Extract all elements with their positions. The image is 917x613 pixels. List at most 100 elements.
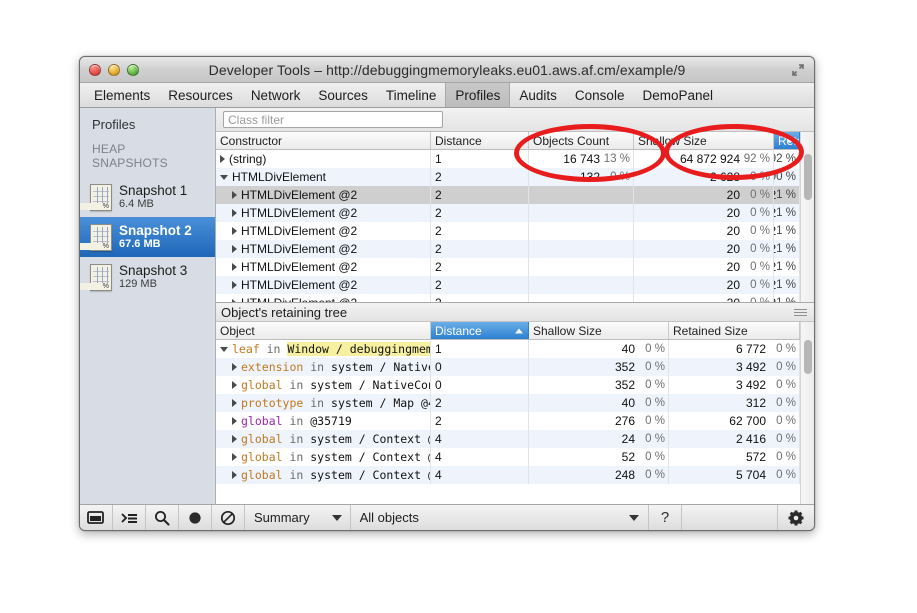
expander-right-icon[interactable]: [232, 263, 237, 271]
search-icon[interactable]: [146, 505, 179, 530]
sidebar-item-snapshot-1[interactable]: % Snapshot 1 6.4 MB: [80, 177, 215, 217]
objects-count-value: 132: [580, 170, 600, 184]
table-row[interactable]: HTMLDivElement @22200 %1 000 0521 %: [216, 294, 814, 302]
dock-to-main-window-icon[interactable]: [80, 505, 113, 530]
constructors-vertical-scrollbar[interactable]: [800, 132, 814, 302]
column-header-retained-size[interactable]: Retained Size: [774, 132, 800, 149]
tab-console[interactable]: Console: [566, 83, 634, 107]
cell-retained-size: 5 7040 %: [669, 466, 800, 484]
tab-sources[interactable]: Sources: [309, 83, 377, 107]
tab-elements[interactable]: Elements: [85, 83, 159, 107]
view-mode-select[interactable]: Summary: [245, 505, 351, 530]
column-header-distance[interactable]: Distance: [431, 132, 529, 149]
cell-object: leaf in Window / debuggingmemo: [216, 340, 431, 358]
expander-right-icon[interactable]: [232, 381, 237, 389]
tab-resources[interactable]: Resources: [159, 83, 242, 107]
expander-right-icon[interactable]: [232, 435, 237, 443]
table-row[interactable]: extension in system / Native(03520 %3 49…: [216, 358, 814, 376]
table-row[interactable]: HTMLDivElement @22200 %1 000 0521 %: [216, 240, 814, 258]
shallow-size-value: 20: [727, 206, 740, 220]
show-console-icon[interactable]: [113, 505, 146, 530]
object-owner: @35719: [310, 414, 352, 428]
column-header-objects-count[interactable]: Objects Count: [529, 132, 634, 149]
cell-retained-size: 62 7000 %: [669, 412, 800, 430]
maximize-button[interactable]: [127, 64, 139, 76]
clear-prohibited-icon[interactable]: [212, 505, 245, 530]
record-circle-icon[interactable]: [179, 505, 212, 530]
expander-right-icon[interactable]: [232, 363, 237, 371]
object-in-keyword: in: [283, 378, 311, 392]
column-header-distance[interactable]: Distance: [431, 322, 529, 339]
expander-right-icon[interactable]: [232, 209, 237, 217]
table-row[interactable]: HTMLDivElement21320 %2 6280 %64 004 8129…: [216, 168, 814, 186]
shallow-size-value: 20: [727, 242, 740, 256]
expander-right-icon[interactable]: [232, 191, 237, 199]
help-question-icon[interactable]: ?: [649, 505, 682, 530]
table-row[interactable]: (string)116 74313 %64 872 92492 %64 872 …: [216, 150, 814, 168]
minimize-button[interactable]: [108, 64, 120, 76]
cell-retained-size: 1 000 0521 %: [774, 258, 800, 276]
shallow-size-percent: 92 %: [740, 153, 770, 165]
expander-right-icon[interactable]: [232, 417, 237, 425]
table-row[interactable]: leaf in Window / debuggingmemo1400 %6 77…: [216, 340, 814, 358]
table-row[interactable]: HTMLDivElement @22200 %1 000 0521 %: [216, 258, 814, 276]
table-row[interactable]: HTMLDivElement @22200 %1 000 0521 %: [216, 276, 814, 294]
expander-right-icon[interactable]: [232, 245, 237, 253]
expander-right-icon[interactable]: [220, 155, 225, 163]
table-row[interactable]: global in system / Context @(4520 %5720 …: [216, 448, 814, 466]
snapshot-icon-percent: %: [80, 283, 110, 290]
table-row[interactable]: global in system / NativeCont03520 %3 49…: [216, 376, 814, 394]
constructor-name: HTMLDivElement @2: [241, 188, 357, 202]
shallow-size-value: 276: [615, 414, 635, 428]
sidebar-item-snapshot-2[interactable]: % Snapshot 2 67.6 MB: [80, 217, 215, 257]
table-row[interactable]: prototype in system / Map @4(2400 %3120 …: [216, 394, 814, 412]
column-header-shallow-size[interactable]: Shallow Size: [634, 132, 774, 149]
snapshot-size: 6.4 MB: [119, 198, 187, 211]
tab-network[interactable]: Network: [242, 83, 310, 107]
close-button[interactable]: [89, 64, 101, 76]
expander-right-icon[interactable]: [232, 471, 237, 479]
retained-size-percent: 0 %: [766, 433, 796, 445]
scroll-thumb[interactable]: [804, 154, 812, 200]
column-header-retained-size[interactable]: Retained Size: [669, 322, 800, 339]
tab-profiles[interactable]: Profiles: [445, 83, 510, 107]
scroll-thumb[interactable]: [804, 340, 812, 374]
expander-right-icon[interactable]: [232, 453, 237, 461]
screenshot-root: Developer Tools – http://debuggingmemory…: [0, 0, 917, 613]
cell-shallow-size: 520 %: [529, 448, 669, 466]
column-header-shallow-size[interactable]: Shallow Size: [529, 322, 669, 339]
table-row[interactable]: global in @3571922760 %62 7000 %: [216, 412, 814, 430]
table-row[interactable]: global in system / Context @(42480 %5 70…: [216, 466, 814, 484]
tab-timeline[interactable]: Timeline: [377, 83, 446, 107]
expander-right-icon[interactable]: [232, 281, 237, 289]
cell-shallow-size: 200 %: [634, 204, 774, 222]
gear-icon[interactable]: [778, 505, 814, 530]
expander-down-icon[interactable]: [220, 175, 228, 180]
resize-grip-icon[interactable]: [794, 309, 807, 318]
column-header-constructor[interactable]: Constructor: [216, 132, 431, 149]
column-header-object[interactable]: Object: [216, 322, 431, 339]
expand-icon[interactable]: [790, 62, 806, 78]
table-row[interactable]: global in system / Context @24240 %2 416…: [216, 430, 814, 448]
retaining-tree-vertical-scrollbar[interactable]: [800, 322, 814, 504]
cell-distance: 4: [431, 466, 529, 484]
tab-audits[interactable]: Audits: [510, 83, 566, 107]
object-filter-select[interactable]: All objects: [351, 505, 649, 530]
constructor-name: (string): [229, 152, 266, 166]
expander-right-icon[interactable]: [232, 399, 237, 407]
expander-down-icon[interactable]: [220, 347, 228, 352]
snapshot-icon-percent: %: [80, 243, 110, 250]
tab-demopanel[interactable]: DemoPanel: [633, 83, 722, 107]
profiles-content: Constructor Distance Objects Count Shall…: [216, 108, 814, 504]
table-row[interactable]: HTMLDivElement @22200 %1 000 0521 %: [216, 204, 814, 222]
table-row[interactable]: HTMLDivElement @22200 %1 000 0521 %: [216, 186, 814, 204]
shallow-size-percent: 0 %: [635, 415, 665, 427]
sidebar-item-snapshot-3[interactable]: % Snapshot 3 129 MB: [80, 257, 215, 297]
cell-object: global in system / NativeCont: [216, 376, 431, 394]
expander-right-icon[interactable]: [232, 227, 237, 235]
cell-object: global in @35719: [216, 412, 431, 430]
table-row[interactable]: HTMLDivElement @22200 %1 000 0521 %: [216, 222, 814, 240]
snapshot-name: Snapshot 3: [119, 263, 187, 278]
object-edge-name: global: [241, 450, 283, 464]
class-filter-input[interactable]: [223, 111, 443, 128]
